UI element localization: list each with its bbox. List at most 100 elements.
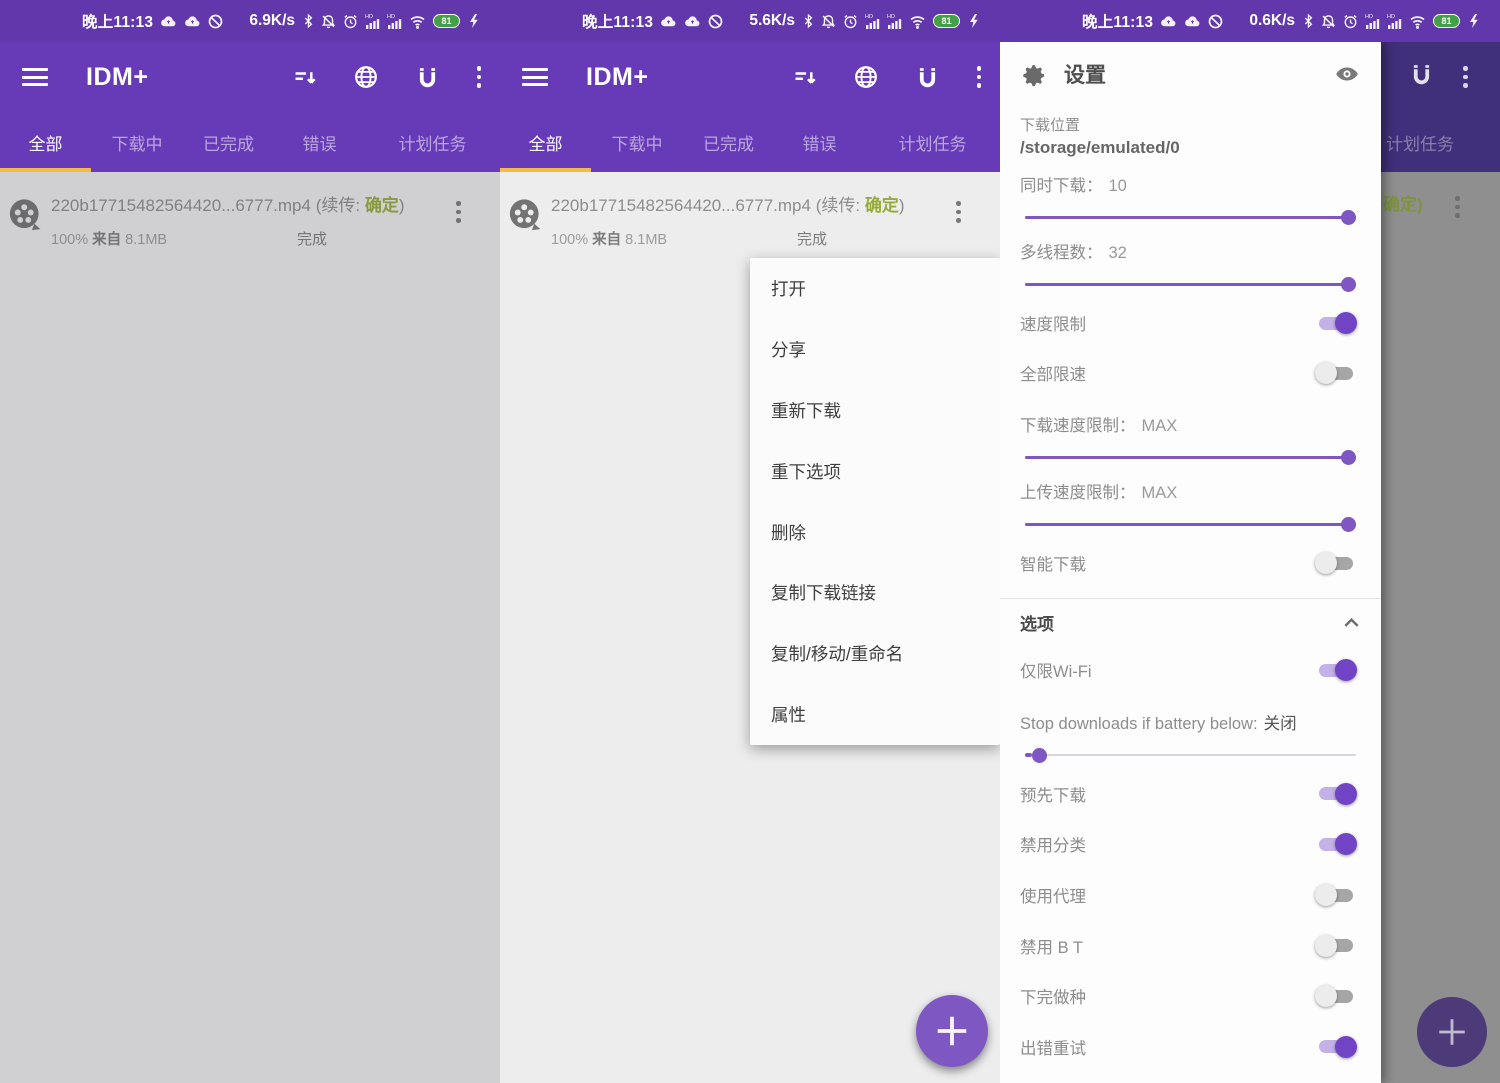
sort-download-icon[interactable] xyxy=(793,67,817,88)
settings-header: 设置 xyxy=(1020,50,1361,98)
alarm-icon xyxy=(343,14,358,29)
tab-scheduled[interactable]: 计划任务 xyxy=(865,112,1000,172)
toggle-knob[interactable] xyxy=(1315,935,1337,957)
context-menu-item[interactable]: 删除 xyxy=(750,502,1000,563)
context-menu-item[interactable]: 打开 xyxy=(750,258,1000,319)
battery-indicator: 81 xyxy=(1433,14,1460,28)
tab-all[interactable]: 全部 xyxy=(0,112,91,172)
overflow-menu-icon[interactable] xyxy=(977,66,982,88)
item-overflow-icon[interactable] xyxy=(956,201,961,223)
setting-slider[interactable] xyxy=(1025,450,1356,465)
slider-thumb[interactable] xyxy=(1032,748,1047,763)
context-menu-item[interactable]: 分享 xyxy=(750,319,1000,380)
overflow-menu-icon[interactable] xyxy=(1463,66,1468,88)
globe-icon[interactable] xyxy=(854,65,878,89)
context-menu-item[interactable]: 重下选项 xyxy=(750,441,1000,502)
slider-thumb[interactable] xyxy=(1341,277,1356,292)
setting-toggle-row: 禁用分类 xyxy=(1020,819,1361,870)
toggle-knob[interactable] xyxy=(1315,884,1337,906)
toggle-knob[interactable] xyxy=(1335,659,1357,681)
toggle-knob[interactable] xyxy=(1335,783,1357,805)
signal-icon: HD xyxy=(387,13,402,30)
toggle-on[interactable] xyxy=(1318,659,1354,681)
magnet-logo-icon[interactable] xyxy=(415,67,440,88)
svg-text:HD: HD xyxy=(387,14,395,20)
tab-error[interactable]: 错误 xyxy=(774,112,865,172)
app-title: IDM+ xyxy=(86,63,148,92)
cloud-icon xyxy=(660,15,677,28)
tab-all[interactable]: 全部 xyxy=(500,112,591,172)
toggle-off[interactable] xyxy=(1318,935,1354,957)
fab-menu-scrim[interactable] xyxy=(0,172,500,1083)
bolt-icon xyxy=(467,13,480,29)
app-bar-dimmed xyxy=(1381,42,1500,112)
tab-error[interactable]: 错误 xyxy=(274,112,365,172)
toggle-knob[interactable] xyxy=(1315,552,1337,574)
cloud-icon xyxy=(1184,15,1201,28)
toggle-off[interactable] xyxy=(1318,362,1354,384)
toggle-knob[interactable] xyxy=(1315,985,1337,1007)
screen: 晚上11:136.9K/sHDHD81 IDM+ 全部下载中已完成错误计划任务 … xyxy=(0,0,1500,1083)
wifi-icon xyxy=(909,14,926,29)
tab-completed[interactable]: 已完成 xyxy=(183,112,274,172)
chevron-up-icon[interactable] xyxy=(1342,615,1361,630)
toggle-on[interactable] xyxy=(1318,312,1354,334)
context-menu-item[interactable]: 复制/移动/重命名 xyxy=(750,623,1000,684)
context-menu-item[interactable]: 重新下载 xyxy=(750,380,1000,441)
status-network-speed: 0.6K/s xyxy=(1249,12,1295,30)
toggle-knob[interactable] xyxy=(1335,1036,1357,1058)
magnet-logo-icon[interactable] xyxy=(915,67,940,88)
tab-scheduled[interactable]: 计划任务 xyxy=(365,112,500,172)
label-value: 32 xyxy=(1109,244,1127,262)
gear-icon xyxy=(1020,61,1047,88)
wifi-icon xyxy=(409,14,426,29)
download-state: 完成 xyxy=(797,228,827,249)
panel-settings: 晚上11:130.6K/sHDHD81 计划任务 确定) 设置 下载位置 /st… xyxy=(1000,0,1500,1083)
toggle-on[interactable] xyxy=(1318,783,1354,805)
slider-fill xyxy=(1025,753,1032,757)
context-menu: 打开分享重新下载重下选项删除复制下载链接复制/移动/重命名属性 xyxy=(750,258,1000,745)
slider-thumb[interactable] xyxy=(1341,450,1356,465)
context-menu-item[interactable]: 属性 xyxy=(750,684,1000,745)
setting-label: 禁用分类 xyxy=(1020,832,1086,856)
globe-icon[interactable] xyxy=(354,65,378,89)
setting-slider[interactable] xyxy=(1025,748,1356,763)
add-download-fab[interactable] xyxy=(916,995,988,1067)
download-item-fragment: 确定) xyxy=(1383,190,1423,215)
toggle-off[interactable] xyxy=(1318,884,1354,906)
item-overflow-icon[interactable] xyxy=(1455,196,1460,218)
slider-thumb[interactable] xyxy=(1341,210,1356,225)
overflow-menu-icon[interactable] xyxy=(477,66,482,88)
toggle-off[interactable] xyxy=(1318,985,1354,1007)
setting-slider[interactable] xyxy=(1025,210,1356,225)
sort-download-icon[interactable] xyxy=(293,67,317,88)
settings-title: 设置 xyxy=(1064,59,1106,89)
toggle-off[interactable] xyxy=(1318,552,1354,574)
block-icon xyxy=(208,14,223,29)
setting-toggle-row: 速度限制 xyxy=(1020,298,1361,348)
tab-downloading[interactable]: 下载中 xyxy=(591,112,683,172)
svg-text:HD: HD xyxy=(865,14,873,20)
bell-off-icon xyxy=(1321,14,1336,29)
options-section-header[interactable]: 选项 xyxy=(1020,599,1361,645)
progress-percent: 100% xyxy=(551,232,588,248)
download-location-value[interactable]: /storage/emulated/0 xyxy=(1020,138,1361,158)
hamburger-menu-icon[interactable] xyxy=(522,68,548,86)
toggle-knob[interactable] xyxy=(1335,833,1357,855)
setting-slider[interactable] xyxy=(1025,517,1356,532)
toggle-on[interactable] xyxy=(1318,1036,1354,1058)
hamburger-menu-icon[interactable] xyxy=(22,68,48,86)
setting-slider[interactable] xyxy=(1025,277,1356,292)
eye-icon[interactable] xyxy=(1333,62,1361,86)
download-list-item[interactable]: 220b17715482564420...6777.mp4 (续传: 确定)10… xyxy=(500,172,1000,264)
chevron-up-icon xyxy=(1342,615,1361,630)
context-menu-item[interactable]: 复制下载链接 xyxy=(750,562,1000,623)
slider-thumb[interactable] xyxy=(1341,517,1356,532)
source-label: 来自 xyxy=(592,232,621,248)
toggle-on[interactable] xyxy=(1318,833,1354,855)
tab-downloading[interactable]: 下载中 xyxy=(91,112,183,172)
setting-label: 速度限制 xyxy=(1020,311,1086,335)
tab-completed[interactable]: 已完成 xyxy=(683,112,774,172)
toggle-knob[interactable] xyxy=(1315,362,1337,384)
toggle-knob[interactable] xyxy=(1335,312,1357,334)
